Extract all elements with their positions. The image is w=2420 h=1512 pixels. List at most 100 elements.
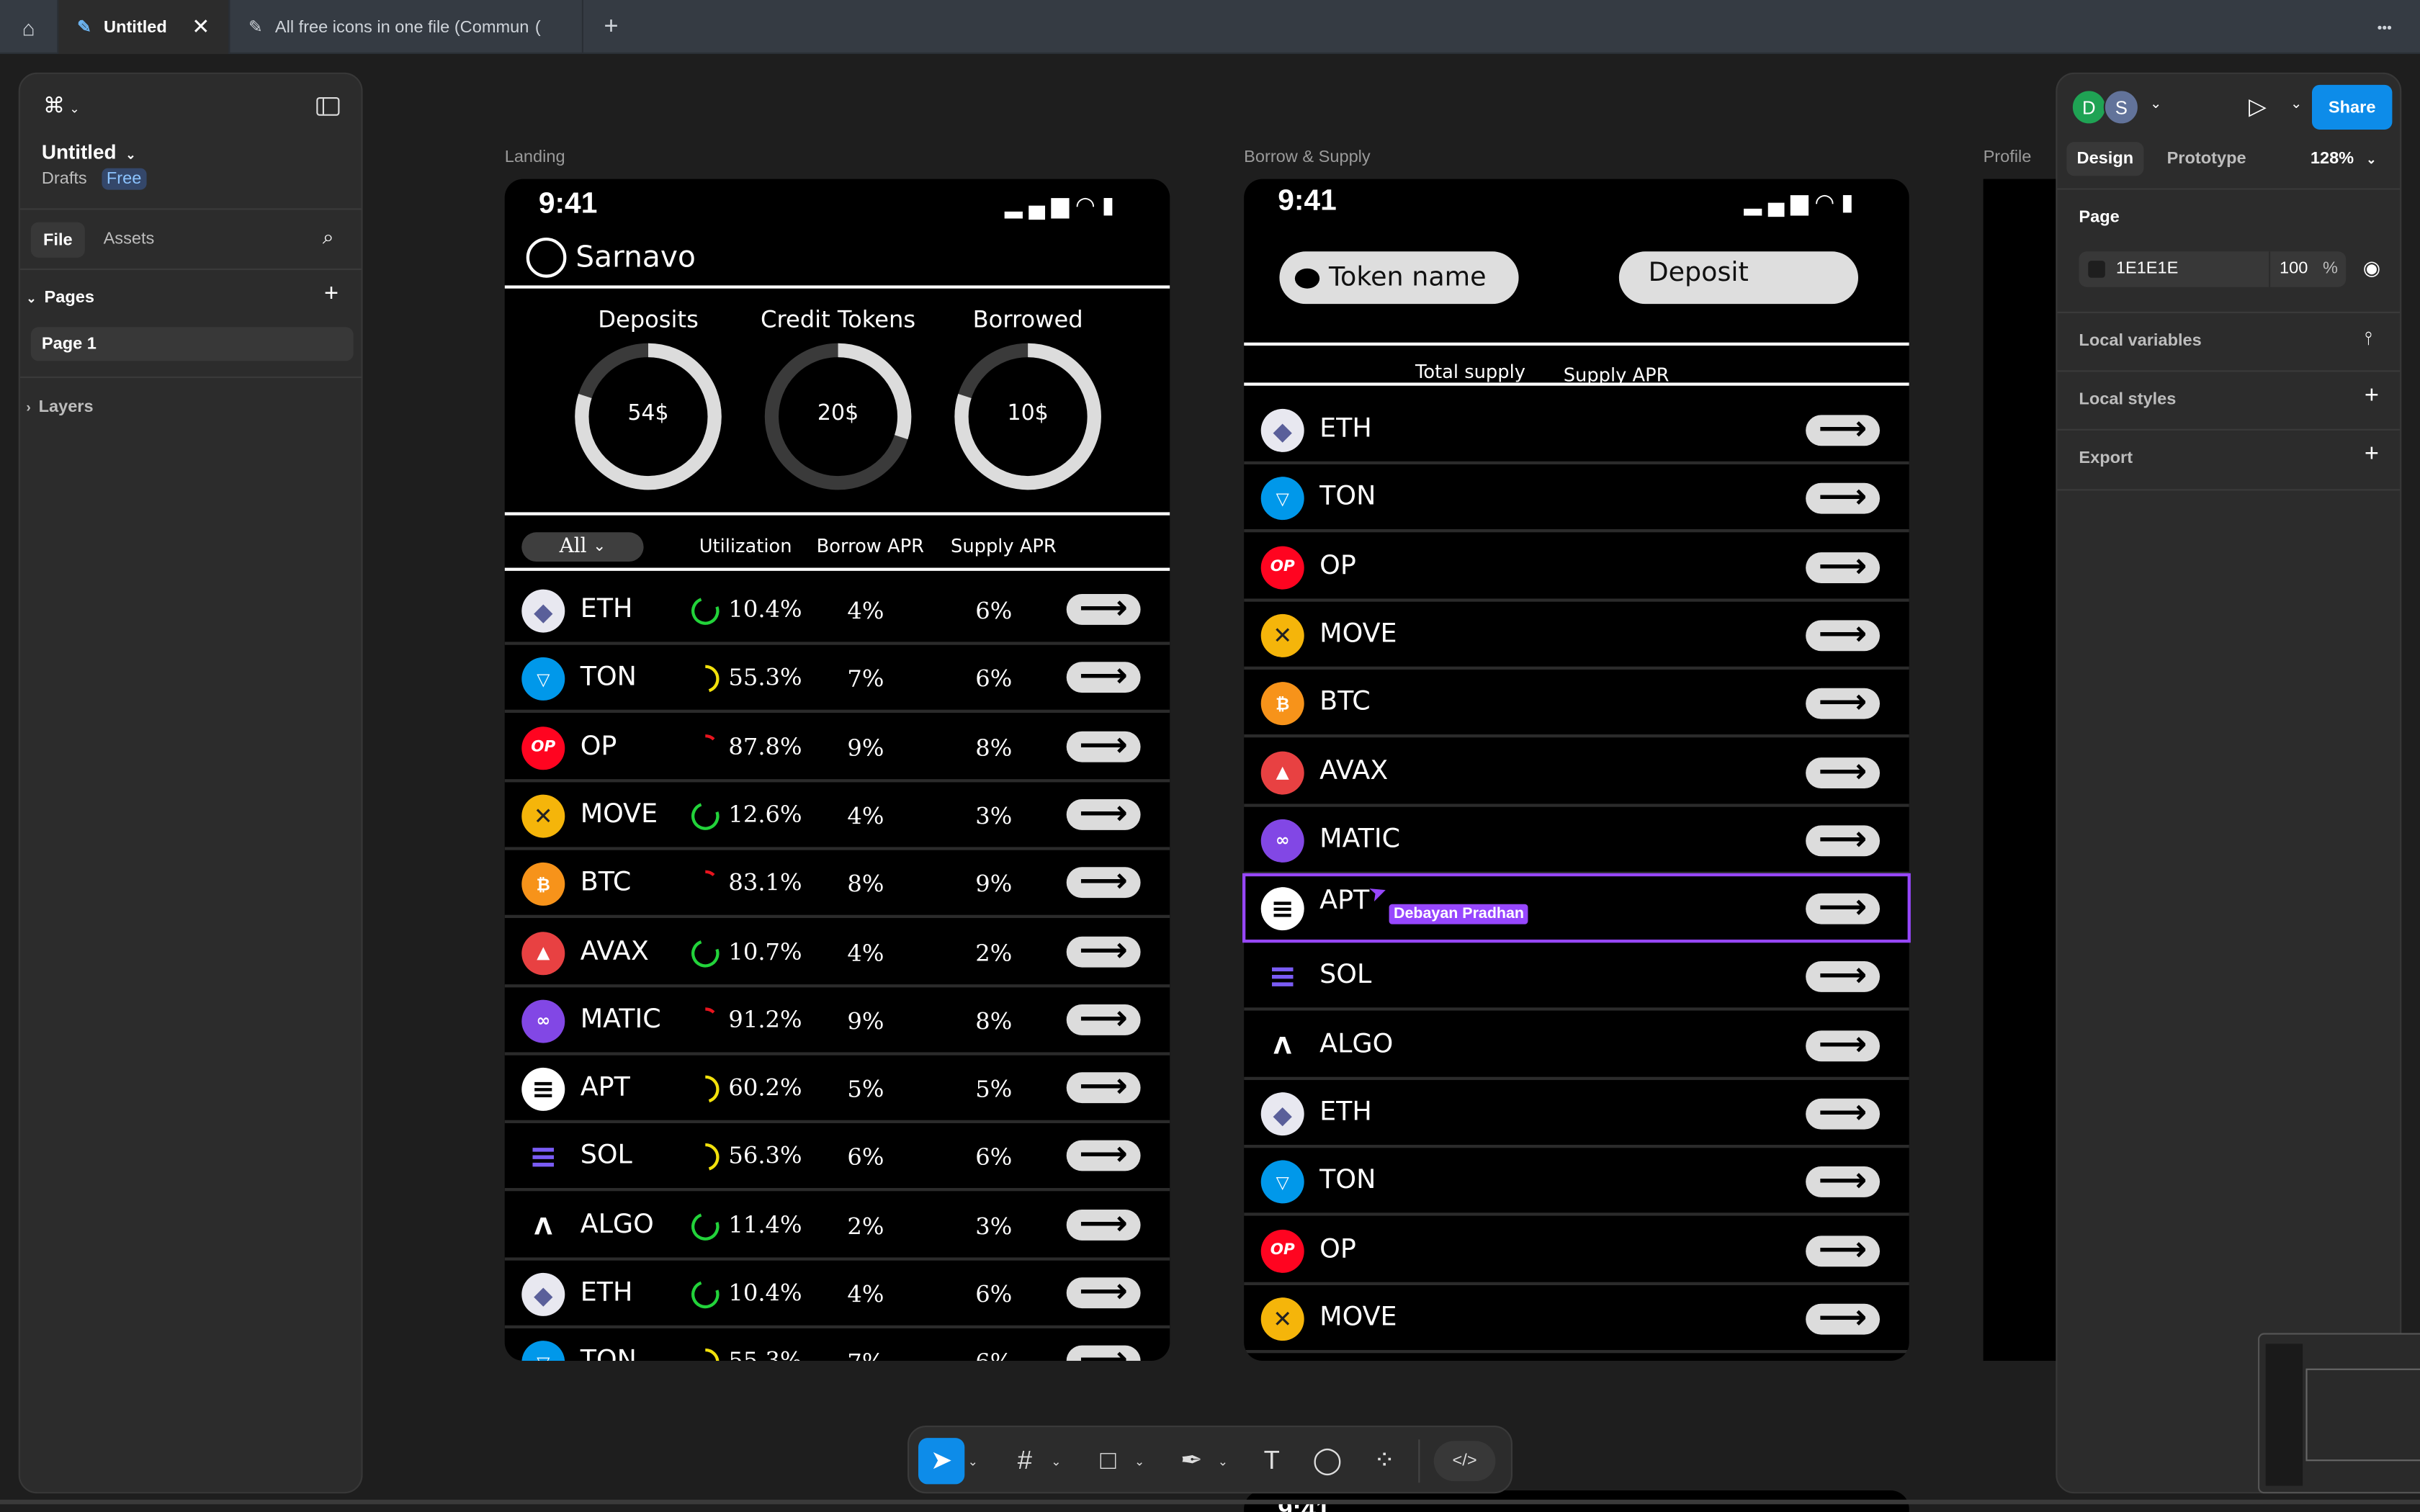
figma-menu-icon[interactable]: ⌘ ⌄ bbox=[43, 93, 80, 119]
go-button[interactable]: ⟶ bbox=[1806, 618, 1880, 652]
go-button[interactable]: ⟶ bbox=[1806, 823, 1880, 857]
go-button[interactable]: ⟶ bbox=[1806, 1164, 1880, 1199]
color-swatch[interactable] bbox=[2088, 261, 2105, 278]
go-button[interactable]: ⟶ bbox=[1066, 933, 1141, 968]
token-row[interactable]: ◆ ETH ⟶ bbox=[1244, 397, 1909, 464]
actions-tool[interactable]: ⁘ bbox=[1364, 1427, 1404, 1495]
go-button[interactable]: ⟶ bbox=[1806, 1028, 1880, 1062]
file-title[interactable]: Untitled ⌄ bbox=[42, 140, 136, 163]
frame-label-borrow-supply[interactable]: Borrow & Supply bbox=[1244, 148, 1371, 167]
go-button[interactable]: ⟶ bbox=[1806, 686, 1880, 720]
chevron-down-icon[interactable]: ⌄ bbox=[1218, 1427, 1228, 1495]
pen-tool[interactable]: ✒ bbox=[1171, 1427, 1211, 1495]
tab-all-free-icons[interactable]: ✎ All free icons in one file (Commun ( bbox=[230, 0, 583, 54]
token-row[interactable]: ≡ SOL ⟶ bbox=[1244, 943, 1909, 1012]
frame-tool[interactable]: # bbox=[1005, 1427, 1045, 1495]
go-button[interactable]: ⟶ bbox=[1066, 1207, 1141, 1241]
page-item-page-1[interactable]: Page 1 bbox=[30, 327, 354, 361]
landing-frame[interactable]: 9:41 ▂▄▆◠▮ Sarnavo Deposits 54$ Credit Tok… bbox=[504, 179, 1170, 1362]
table-row[interactable]: ≡ APT 60.2% 5% 5% ⟶ bbox=[504, 1056, 1170, 1124]
horizontal-scrollbar[interactable] bbox=[0, 1499, 2420, 1505]
deposit-button[interactable]: Deposit bbox=[1618, 251, 1858, 305]
go-button[interactable]: ⟶ bbox=[1066, 1275, 1141, 1309]
go-button[interactable]: ⟶ bbox=[1806, 960, 1880, 994]
table-row[interactable]: ◆ ETH 10.4% 4% 6% ⟶ bbox=[504, 577, 1170, 645]
token-row[interactable]: ▽ TON ⟶ bbox=[1244, 1148, 1909, 1217]
variables-icon[interactable]: ⫯ bbox=[2365, 327, 2372, 350]
tab-design[interactable]: Design bbox=[2066, 142, 2144, 176]
tab-untitled[interactable]: ✎ Untitled ✕ bbox=[58, 0, 230, 54]
chevron-down-icon[interactable]: ⌄ bbox=[968, 1427, 978, 1495]
token-name-button[interactable]: Token name bbox=[1279, 251, 1519, 305]
go-button[interactable]: ⟶ bbox=[1066, 1344, 1141, 1362]
token-row[interactable]: ▲ AVAX ⟶ bbox=[1244, 738, 1909, 806]
dev-mode-toggle[interactable]: </> bbox=[1433, 1441, 1496, 1482]
close-icon[interactable]: ✕ bbox=[192, 14, 210, 40]
table-row[interactable]: ◆ ETH 10.4% 4% 6% ⟶ bbox=[504, 1261, 1170, 1328]
comment-tool[interactable]: ◯ bbox=[1307, 1427, 1348, 1495]
token-row[interactable]: ₿ BTC ⟶ bbox=[1244, 670, 1909, 738]
page-color-field[interactable]: 1E1E1E 100 % bbox=[2079, 251, 2347, 287]
chevron-down-icon[interactable]: ⌄ bbox=[2290, 96, 2302, 113]
go-button[interactable]: ⟶ bbox=[1066, 865, 1141, 899]
go-button[interactable]: ⟶ bbox=[1806, 549, 1880, 583]
table-row[interactable]: ▽ TON 55.3% 7% 6% ⟶ bbox=[504, 645, 1170, 714]
chevron-down-icon[interactable]: ⌄ bbox=[1134, 1427, 1144, 1495]
go-button[interactable]: ⟶ bbox=[1066, 1138, 1141, 1172]
go-button[interactable]: ⟶ bbox=[1066, 1070, 1141, 1104]
minimap[interactable] bbox=[2258, 1333, 2420, 1494]
token-row[interactable]: OP OP ⟶ bbox=[1244, 534, 1909, 601]
zoom-dropdown[interactable]: 128% ⌄ bbox=[2311, 150, 2377, 168]
eye-icon[interactable]: ◉ bbox=[2363, 256, 2380, 281]
go-button[interactable]: ⟶ bbox=[1806, 755, 1880, 788]
pages-heading[interactable]: ⌄ Pages bbox=[26, 289, 94, 307]
search-icon[interactable]: ⌕ bbox=[323, 225, 334, 250]
frame-label-landing[interactable]: Landing bbox=[505, 148, 565, 167]
chevron-down-icon[interactable]: ⌄ bbox=[2150, 96, 2161, 113]
table-row[interactable]: ▽ TON 55.3% 7% 6% ⟶ bbox=[505, 1329, 1170, 1362]
table-row[interactable]: ✕ MOVE 12.6% 4% 3% ⟶ bbox=[504, 782, 1170, 850]
borrow-supply-frame[interactable]: 9:41 ▂▄▆◠▮ Token name Deposit Total supp… bbox=[1244, 179, 1909, 1362]
go-button[interactable]: ⟶ bbox=[1066, 660, 1141, 694]
table-row[interactable]: OP OP 87.8% 9% 8% ⟶ bbox=[504, 714, 1170, 782]
more-options-button[interactable]: ••• bbox=[2354, 0, 2416, 54]
local-styles[interactable]: Local styles bbox=[2079, 390, 2176, 409]
go-button[interactable]: ⟶ bbox=[1806, 1301, 1880, 1335]
tab-file[interactable]: File bbox=[30, 222, 85, 258]
token-row[interactable]: ◆ ETH ⟶ bbox=[1244, 1080, 1909, 1148]
tab-assets[interactable]: Assets bbox=[104, 230, 155, 248]
collaborator-avatar[interactable]: S bbox=[2103, 89, 2139, 125]
table-row[interactable]: ∞ MATIC 91.2% 9% 8% ⟶ bbox=[504, 987, 1170, 1056]
go-button[interactable]: ⟶ bbox=[1066, 592, 1141, 626]
table-row[interactable]: Λ ALGO 11.4% 2% 3% ⟶ bbox=[504, 1192, 1170, 1261]
add-export-button[interactable]: + bbox=[2365, 441, 2379, 469]
go-button[interactable]: ⟶ bbox=[1806, 481, 1880, 515]
token-row[interactable]: ∞ MATIC ⟶ bbox=[1244, 806, 1909, 875]
token-row[interactable]: Λ ALGO ⟶ bbox=[1244, 1012, 1909, 1080]
frame-label-profile[interactable]: Profile bbox=[1984, 148, 2032, 167]
token-row[interactable]: ✕ MOVE ⟶ bbox=[1244, 601, 1909, 670]
shape-tool[interactable]: □ bbox=[1088, 1427, 1129, 1495]
chevron-down-icon[interactable]: ⌄ bbox=[1051, 1427, 1061, 1495]
go-button[interactable]: ⟶ bbox=[1066, 797, 1141, 831]
add-page-button[interactable]: + bbox=[324, 281, 339, 309]
opacity-value[interactable]: 100 bbox=[2280, 259, 2308, 278]
go-button[interactable]: ⟶ bbox=[1806, 1096, 1880, 1130]
tab-prototype[interactable]: Prototype bbox=[2167, 150, 2246, 168]
collaborator-avatar[interactable]: D bbox=[2071, 89, 2107, 125]
toggle-sidebar-icon[interactable] bbox=[316, 97, 340, 116]
add-style-button[interactable]: + bbox=[2365, 382, 2379, 410]
present-play-icon[interactable]: ▷ bbox=[2249, 93, 2267, 120]
table-row[interactable]: ≡ SOL 56.3% 6% 6% ⟶ bbox=[504, 1124, 1170, 1192]
layers-heading[interactable]: › Layers bbox=[26, 398, 93, 417]
token-row[interactable]: OP OP ⟶ bbox=[1244, 1217, 1909, 1285]
go-button[interactable]: ⟶ bbox=[1066, 729, 1141, 762]
color-hex[interactable]: 1E1E1E bbox=[2116, 259, 2179, 278]
table-row[interactable]: ▲ AVAX 10.7% 4% 2% ⟶ bbox=[504, 919, 1170, 987]
new-tab-button[interactable]: + bbox=[583, 0, 639, 54]
user-avatar-icon[interactable] bbox=[526, 238, 567, 278]
go-button[interactable]: ⟶ bbox=[1806, 1233, 1880, 1266]
go-button[interactable]: ⟶ bbox=[1066, 1002, 1141, 1035]
go-button[interactable]: ⟶ bbox=[1806, 413, 1880, 446]
filter-dropdown[interactable]: All ⌄ bbox=[521, 532, 644, 562]
